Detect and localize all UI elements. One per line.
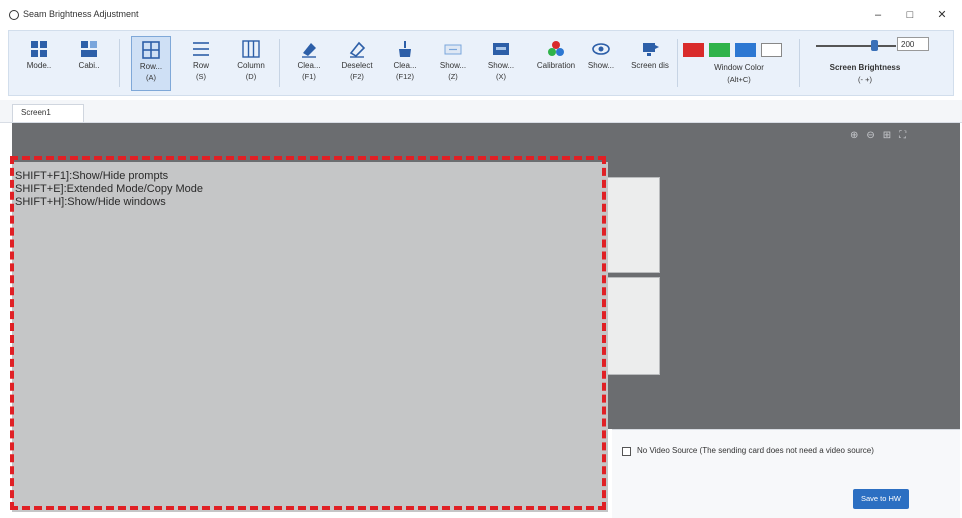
tool-row[interactable]: Row (S) — [181, 36, 221, 91]
row-column-icon — [142, 41, 160, 59]
brightness-value-input[interactable]: 200 — [897, 37, 929, 51]
tool-label: Mode.. — [26, 61, 52, 70]
color-swatch-green[interactable] — [709, 43, 730, 57]
show-icon — [444, 44, 462, 55]
column-icon — [242, 40, 260, 58]
tool-label: Row — [192, 61, 209, 70]
brightness-slider-track[interactable] — [816, 45, 896, 47]
window-title: Seam Brightness Adjustment — [23, 9, 139, 19]
screen-display-icon — [643, 43, 659, 56]
tab-bar: Screen1 — [0, 100, 962, 123]
tool-label: Calibration — [536, 61, 576, 70]
tool-mode[interactable]: Mode.. — [19, 36, 59, 91]
screen-brightness-shortcut: (- +) — [858, 75, 872, 84]
maximize-button[interactable]: □ — [899, 6, 921, 24]
minimize-button[interactable]: – — [867, 6, 889, 24]
color-swatch-red[interactable] — [683, 43, 704, 57]
tool-show[interactable]: Show... (Z) — [433, 36, 473, 91]
tool-deselect[interactable]: Deselect (F2) — [337, 36, 377, 91]
actual-size-icon[interactable]: ⊞ — [883, 130, 899, 141]
fit-screen-icon[interactable]: ⛶ — [899, 130, 914, 141]
toolbar-ribbon: Mode.. Cabi.. Row... (A) Row (S) Column … — [8, 30, 954, 96]
title-bar: Seam Brightness Adjustment – □ ✕ — [0, 0, 962, 30]
color-swatch-white[interactable] — [761, 43, 782, 57]
grid-mode-icon — [31, 41, 47, 57]
tool-show-screen[interactable]: Show... (X) — [481, 36, 521, 91]
tool-label: Column — [237, 61, 265, 70]
tool-label: Show... — [587, 61, 615, 70]
row-icon — [193, 42, 209, 56]
highlight-dashed-box — [10, 156, 606, 510]
deselect-icon — [349, 41, 366, 58]
tool-label: Screen dis — [631, 61, 669, 70]
no-video-source-checkbox[interactable] — [622, 447, 631, 456]
tool-label: Row... — [139, 62, 163, 71]
tool-label: Clea... — [297, 61, 321, 70]
tool-calibration[interactable]: Calibration — [533, 36, 579, 91]
tool-label: Cabi.. — [78, 61, 100, 70]
tab-screen1[interactable]: Screen1 — [12, 104, 84, 122]
no-video-source-label: No Video Source (The sending card does n… — [637, 446, 874, 455]
tool-clear-selection[interactable]: Clea... (F1) — [289, 36, 329, 91]
window-color-label: Window Color — [714, 63, 764, 72]
app-icon — [9, 10, 19, 20]
tool-cabinet[interactable]: Cabi.. — [69, 36, 109, 91]
zoom-in-icon[interactable]: ⊕ — [850, 130, 866, 141]
tool-column[interactable]: Column (D) — [231, 36, 271, 91]
eraser-icon — [302, 43, 316, 58]
tool-label: Show... — [487, 61, 515, 70]
save-to-hw-button[interactable]: Save to HW — [853, 489, 909, 509]
eye-icon — [592, 43, 610, 55]
brightness-slider-thumb[interactable] — [871, 40, 878, 51]
show-screen-icon — [493, 43, 509, 55]
tool-show-view[interactable]: Show... — [581, 36, 621, 91]
clear-all-icon — [399, 41, 411, 57]
view-toolbar: ⊕⊖⊞⛶ — [850, 130, 914, 141]
separator — [119, 39, 120, 87]
tool-screen-display[interactable]: Screen dis — [627, 36, 673, 91]
color-swatch-blue[interactable] — [735, 43, 756, 57]
window-color-shortcut: (Alt+C) — [727, 75, 751, 84]
separator — [677, 39, 678, 87]
tool-label: Deselect — [341, 61, 373, 70]
cabinet-icon — [81, 41, 97, 57]
zoom-out-icon[interactable]: ⊖ — [866, 130, 882, 141]
calibration-icon — [548, 41, 564, 56]
tool-row-column[interactable]: Row... (A) — [131, 36, 171, 91]
tool-clear-all[interactable]: Clea... (F12) — [385, 36, 425, 91]
tool-label: Show... — [439, 61, 467, 70]
separator — [279, 39, 280, 87]
screen-brightness-label: Screen Brightness — [829, 63, 901, 72]
separator — [799, 39, 800, 87]
tool-label: Clea... — [393, 61, 417, 70]
close-button[interactable]: ✕ — [931, 6, 953, 24]
